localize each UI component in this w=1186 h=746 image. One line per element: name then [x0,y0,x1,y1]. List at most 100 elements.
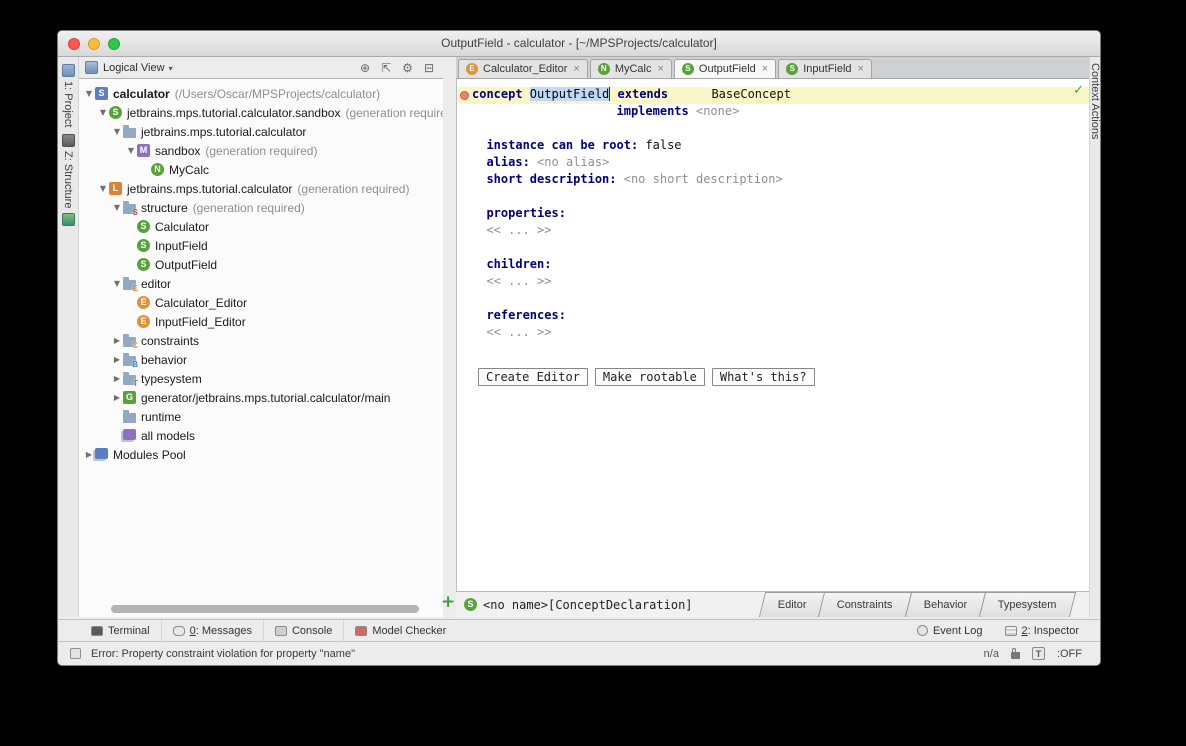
view-selector[interactable]: Logical View▾ [103,62,173,74]
code-cell[interactable]: alias: [486,155,529,169]
tree-item-jetbrains-mps-tutorial-calculator[interactable]: ▼Ljetbrains.mps.tutorial.calculator(gene… [79,179,443,198]
expand-arrow-icon[interactable]: ▶ [111,355,123,364]
close-window-button[interactable] [68,38,80,50]
code-cell[interactable] [472,172,486,186]
expand-arrow-icon[interactable]: ▶ [111,336,123,345]
code-cell[interactable] [472,325,486,339]
tool-button-project[interactable]: 1: Project [62,64,75,127]
collapse-arrow-icon[interactable]: ▼ [83,89,95,98]
collapse-arrow-icon[interactable]: ▼ [97,108,109,117]
make-rootable-button[interactable]: Make rootable [595,368,705,386]
code-cell[interactable]: properties: [486,206,565,220]
code-cell[interactable] [689,104,696,118]
code-cell[interactable]: << ... >> [486,223,551,237]
code-line[interactable]: << ... >> [457,223,1089,240]
close-tab-icon[interactable]: × [657,63,663,75]
code-cell[interactable]: references: [486,308,565,322]
expand-arrow-icon[interactable]: ▶ [83,450,95,459]
zoom-window-button[interactable] [108,38,120,50]
code-cell[interactable] [472,104,617,118]
tree-item-mycalc[interactable]: NMyCalc [79,160,443,179]
collapse-arrow-icon[interactable]: ▼ [111,203,123,212]
editor-tab-mycalc[interactable]: NMyCalc× [590,59,672,78]
code-line[interactable]: references: [457,308,1089,325]
editor-tab-calculator-editor[interactable]: ECalculator_Editor× [458,59,588,78]
titlebar[interactable]: OutputField - calculator - [~/MPSProject… [58,31,1100,57]
tree-item-editor[interactable]: ▼Eeditor [79,274,443,293]
code-cell[interactable] [472,223,486,237]
tree-item-jetbrains-mps-tutorial-calculator-sandbox[interactable]: ▼Sjetbrains.mps.tutorial.calculator.sand… [79,103,443,122]
code-line[interactable]: concept OutputField extends BaseConcept [457,87,1089,104]
code-line[interactable] [457,342,1089,359]
code-cell[interactable] [472,206,486,220]
code-line[interactable] [457,121,1089,138]
settings-gear-icon[interactable]: ⚙ [402,61,413,75]
code-cell[interactable]: <no alias> [537,155,609,169]
tree-item-behavior[interactable]: ▶Bbehavior [79,350,443,369]
code-cell[interactable]: <none> [696,104,739,118]
code-cell[interactable]: << ... >> [486,274,551,288]
tree-item-constraints[interactable]: ▶Cconstraints [79,331,443,350]
code-cell[interactable] [610,87,617,101]
aspect-tab-editor[interactable]: Editor [758,592,825,617]
code-line[interactable]: properties: [457,206,1089,223]
tree-item-all-models[interactable]: all models [79,426,443,445]
code-cell[interactable]: BaseConcept [711,87,790,101]
code-line[interactable]: << ... >> [457,274,1089,291]
tree-scrollbar-thumb[interactable] [111,605,419,613]
code-cell[interactable] [472,138,486,152]
tool-button-inspector[interactable]: 2: Inspector [994,620,1090,641]
tree-item-sandbox[interactable]: ▼Msandbox(generation required) [79,141,443,160]
editor-pane[interactable]: concept OutputField extends BaseConcept … [456,79,1089,591]
code-cell[interactable]: false [645,138,681,152]
code-line[interactable] [457,291,1089,308]
what-s-this-button[interactable]: What's this? [712,368,815,386]
collapse-arrow-icon[interactable]: ▼ [125,146,137,155]
code-cell[interactable]: extends [618,87,669,101]
collapse-arrow-icon[interactable]: ▼ [97,184,109,193]
code-line[interactable]: instance can be root: false [457,138,1089,155]
tree-item-inputfield[interactable]: SInputField [79,236,443,255]
code-line[interactable]: children: [457,257,1089,274]
aspect-tab-constraints[interactable]: Constraints [818,592,912,617]
tool-button-terminal[interactable]: Terminal [80,620,161,641]
collapse-all-icon[interactable]: ⊟ [424,61,434,75]
code-cell[interactable] [530,155,537,169]
tree-item-generator-jetbrains-mps-tutorial-calculator-main[interactable]: ▶Ggenerator/jetbrains.mps.tutorial.calcu… [79,388,443,407]
close-tab-icon[interactable]: × [573,63,579,75]
code-line[interactable]: short description: <no short description… [457,172,1089,189]
code-cell[interactable]: concept [472,87,530,101]
code-cell[interactable]: OutputField [530,87,610,101]
create-editor-button[interactable]: Create Editor [478,368,588,386]
tree-item-structure[interactable]: ▼Sstructure(generation required) [79,198,443,217]
panel-splitter[interactable] [443,57,456,617]
code-line[interactable]: implements <none> [457,104,1089,121]
tree-item-inputfield-editor[interactable]: EInputField_Editor [79,312,443,331]
typesystem-toggle-icon[interactable]: T [1032,647,1045,660]
code-cell[interactable]: short description: [486,172,616,186]
tree-item-jetbrains-mps-tutorial-calculator[interactable]: ▼jetbrains.mps.tutorial.calculator [79,122,443,141]
code-line[interactable] [457,240,1089,257]
collapse-arrow-icon[interactable]: ▼ [111,127,123,136]
code-cell[interactable]: instance can be root: [486,138,638,152]
tree-item-runtime[interactable]: runtime [79,407,443,426]
code-cell[interactable] [472,308,486,322]
tree-item-modules-pool[interactable]: ▶Modules Pool [79,445,443,464]
code-cell[interactable]: children: [486,257,551,271]
locate-icon[interactable]: ⊕ [360,61,370,75]
code-cell[interactable] [668,87,711,101]
lock-icon[interactable] [1011,652,1020,659]
expand-arrow-icon[interactable]: ▶ [111,374,123,383]
tool-button-model-checker[interactable]: Model Checker [343,620,457,641]
code-line[interactable]: alias: <no alias> [457,155,1089,172]
tool-button-console[interactable]: Console [263,620,343,641]
tree-item-calculator[interactable]: ▼Scalculator(/Users/Oscar/MPSProjects/ca… [79,84,443,103]
add-button[interactable]: + [441,594,455,611]
tool-button-structure[interactable]: Z: Structure [62,134,75,225]
code-cell[interactable]: implements [617,104,689,118]
close-tab-icon[interactable]: × [762,63,768,75]
tool-button-context-actions[interactable]: Context Actions [1089,63,1101,139]
status-message-icon[interactable] [70,648,81,659]
close-tab-icon[interactable]: × [858,63,864,75]
code-cell[interactable] [472,155,486,169]
